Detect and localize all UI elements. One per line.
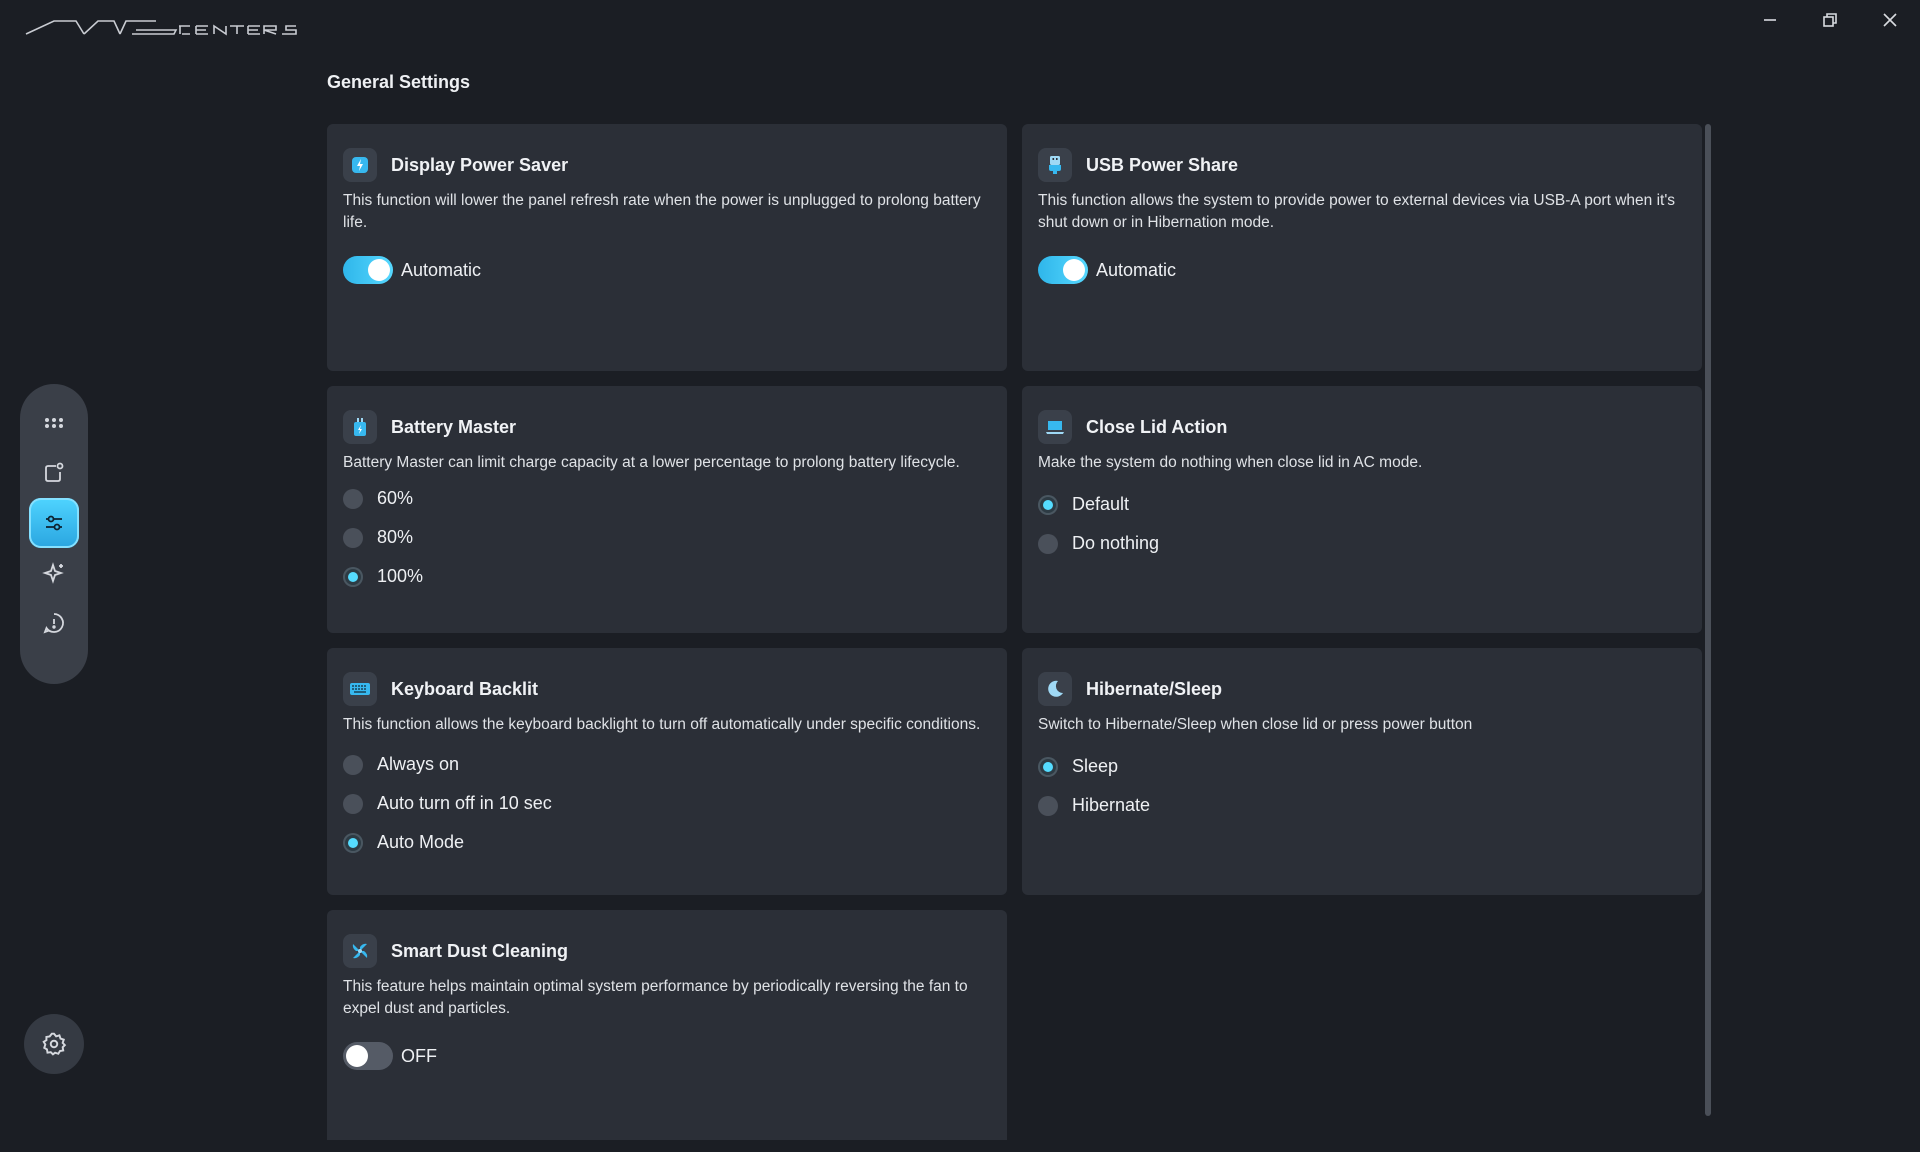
usb-power-share-toggle[interactable] <box>1038 256 1088 284</box>
fan-icon <box>343 934 377 968</box>
option-label: 60% <box>377 488 414 508</box>
nav-apps-button[interactable] <box>29 398 79 448</box>
option-default[interactable]: Default <box>1038 492 1686 517</box>
radio-button-selected[interactable] <box>343 566 363 587</box>
sparkle-icon <box>42 562 64 584</box>
settings-grid: Display Power Saver This function will l… <box>327 124 1707 1140</box>
radio-button[interactable] <box>343 754 363 775</box>
window-controls <box>1740 0 1920 40</box>
side-navigation <box>20 384 88 684</box>
option-60[interactable]: 60% <box>343 486 991 511</box>
card-display-power-saver: Display Power Saver This function will l… <box>327 124 1007 371</box>
moon-icon <box>1038 672 1072 706</box>
card-description: This function allows the keyboard backli… <box>343 716 981 733</box>
card-description: This feature helps maintain optimal syst… <box>343 978 968 1017</box>
card-title: Smart Dust Cleaning <box>391 940 569 961</box>
option-label: Always on <box>377 754 460 774</box>
card-title: Close Lid Action <box>1086 416 1228 437</box>
option-label: Do nothing <box>1072 533 1160 553</box>
option-label: Hibernate <box>1072 795 1151 815</box>
option-label: Default <box>1072 494 1130 514</box>
keyboard-icon <box>343 672 377 706</box>
app-settings-button[interactable] <box>24 1014 84 1074</box>
minimize-icon <box>1764 19 1776 21</box>
laptop-lid-icon <box>1038 410 1072 444</box>
card-title: Battery Master <box>391 416 517 437</box>
scrollbar[interactable] <box>1705 124 1711 1116</box>
option-auto-mode[interactable]: Auto Mode <box>343 830 991 855</box>
keyboard-backlit-options: Always on Auto turn off in 10 sec Auto M… <box>343 752 991 855</box>
option-hibernate[interactable]: Hibernate <box>1038 793 1686 818</box>
radio-button[interactable] <box>343 527 363 548</box>
toggle-label: OFF <box>401 1045 437 1066</box>
page-title: General Settings <box>327 72 471 92</box>
option-auto-turn-off[interactable]: Auto turn off in 10 sec <box>343 791 991 816</box>
restore-button[interactable] <box>1800 0 1860 40</box>
msi-center-logo <box>25 20 297 36</box>
card-title: Display Power Saver <box>391 154 569 175</box>
radio-button[interactable] <box>1038 533 1058 554</box>
nav-ai-button[interactable] <box>29 548 79 598</box>
smart-dust-cleaning-toggle[interactable] <box>343 1042 393 1070</box>
minimize-button[interactable] <box>1740 0 1800 40</box>
battery-master-options: 60% 80% 100% <box>343 486 991 589</box>
card-battery-master: Battery Master Battery Master can limit … <box>327 386 1007 633</box>
close-lid-options: Default Do nothing <box>1038 492 1686 556</box>
gear-icon <box>42 1032 67 1056</box>
radio-button[interactable] <box>1038 795 1058 816</box>
nav-general-settings-button[interactable] <box>29 498 79 548</box>
display-power-saver-icon <box>343 148 377 182</box>
device-icon <box>45 462 64 482</box>
card-usb-power-share: USB Power Share This function allows the… <box>1022 124 1702 371</box>
radio-button-selected[interactable] <box>343 832 363 853</box>
alert-circle-icon <box>43 613 64 634</box>
display-power-saver-toggle[interactable] <box>343 256 393 284</box>
option-label: Sleep <box>1072 756 1119 776</box>
card-title: USB Power Share <box>1086 154 1239 175</box>
radio-button-selected[interactable] <box>1038 494 1058 515</box>
card-description: This function allows the system to provi… <box>1038 192 1676 231</box>
card-title: Hibernate/Sleep <box>1086 678 1223 699</box>
restore-icon <box>1823 13 1837 27</box>
card-title: Keyboard Backlit <box>391 678 539 699</box>
card-description: This function will lower the panel refre… <box>343 192 981 231</box>
radio-button-selected[interactable] <box>1038 756 1058 777</box>
card-close-lid-action: Close Lid Action Make the system do noth… <box>1022 386 1702 633</box>
toggle-label: Automatic <box>401 259 482 280</box>
option-label: 80% <box>377 527 414 547</box>
nav-support-button[interactable] <box>29 598 79 648</box>
card-description: Battery Master can limit charge capacity… <box>343 454 960 471</box>
usb-icon <box>1038 148 1072 182</box>
option-do-nothing[interactable]: Do nothing <box>1038 531 1686 556</box>
option-100[interactable]: 100% <box>343 564 991 589</box>
radio-button[interactable] <box>343 793 363 814</box>
close-button[interactable] <box>1860 0 1920 40</box>
card-description: Make the system do nothing when close li… <box>1038 454 1423 471</box>
card-keyboard-backlit: Keyboard Backlit This function allows th… <box>327 648 1007 895</box>
hibernate-sleep-options: Sleep Hibernate <box>1038 754 1686 818</box>
card-hibernate-sleep: Hibernate/Sleep Switch to Hibernate/Slee… <box>1022 648 1702 895</box>
close-icon <box>1883 13 1897 27</box>
option-always-on[interactable]: Always on <box>343 752 991 777</box>
card-description: Switch to Hibernate/Sleep when close lid… <box>1038 716 1473 733</box>
card-smart-dust-cleaning: Smart Dust Cleaning This feature helps m… <box>327 910 1007 1140</box>
option-label: 100% <box>377 566 424 586</box>
option-label: Auto Mode <box>377 832 465 852</box>
toggle-label: Automatic <box>1096 259 1177 280</box>
apps-grid-icon <box>45 418 63 428</box>
nav-device-button[interactable] <box>29 448 79 498</box>
option-80[interactable]: 80% <box>343 525 991 550</box>
option-label: Auto turn off in 10 sec <box>377 793 552 813</box>
sliders-icon <box>46 515 62 531</box>
battery-icon <box>343 410 377 444</box>
option-sleep[interactable]: Sleep <box>1038 754 1686 779</box>
radio-button[interactable] <box>343 488 363 509</box>
